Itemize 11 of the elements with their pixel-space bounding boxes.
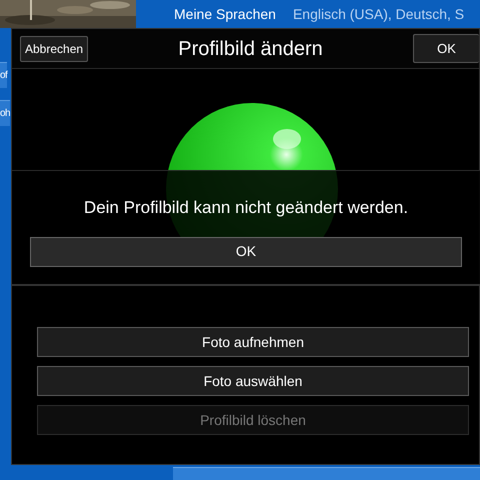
languages-label: Meine Sprachen xyxy=(174,4,276,24)
cancel-button[interactable]: Abbrechen xyxy=(20,36,88,62)
action-button[interactable]: Foto auswählen xyxy=(37,366,469,396)
ok-button[interactable]: OK xyxy=(30,236,462,266)
side-tab[interactable]: oh xyxy=(0,100,10,126)
alert-message: Dein Profilbild kann nicht geändert werden. xyxy=(84,197,408,219)
languages-value: Englisch (USA), Deutsch, S xyxy=(292,4,464,24)
action-button[interactable]: Foto aufnehmen xyxy=(37,327,469,357)
dialog-title: Profilbild ändern xyxy=(178,36,323,62)
ok-button[interactable]: OK xyxy=(412,34,479,64)
side-tab[interactable]: of xyxy=(0,62,8,88)
